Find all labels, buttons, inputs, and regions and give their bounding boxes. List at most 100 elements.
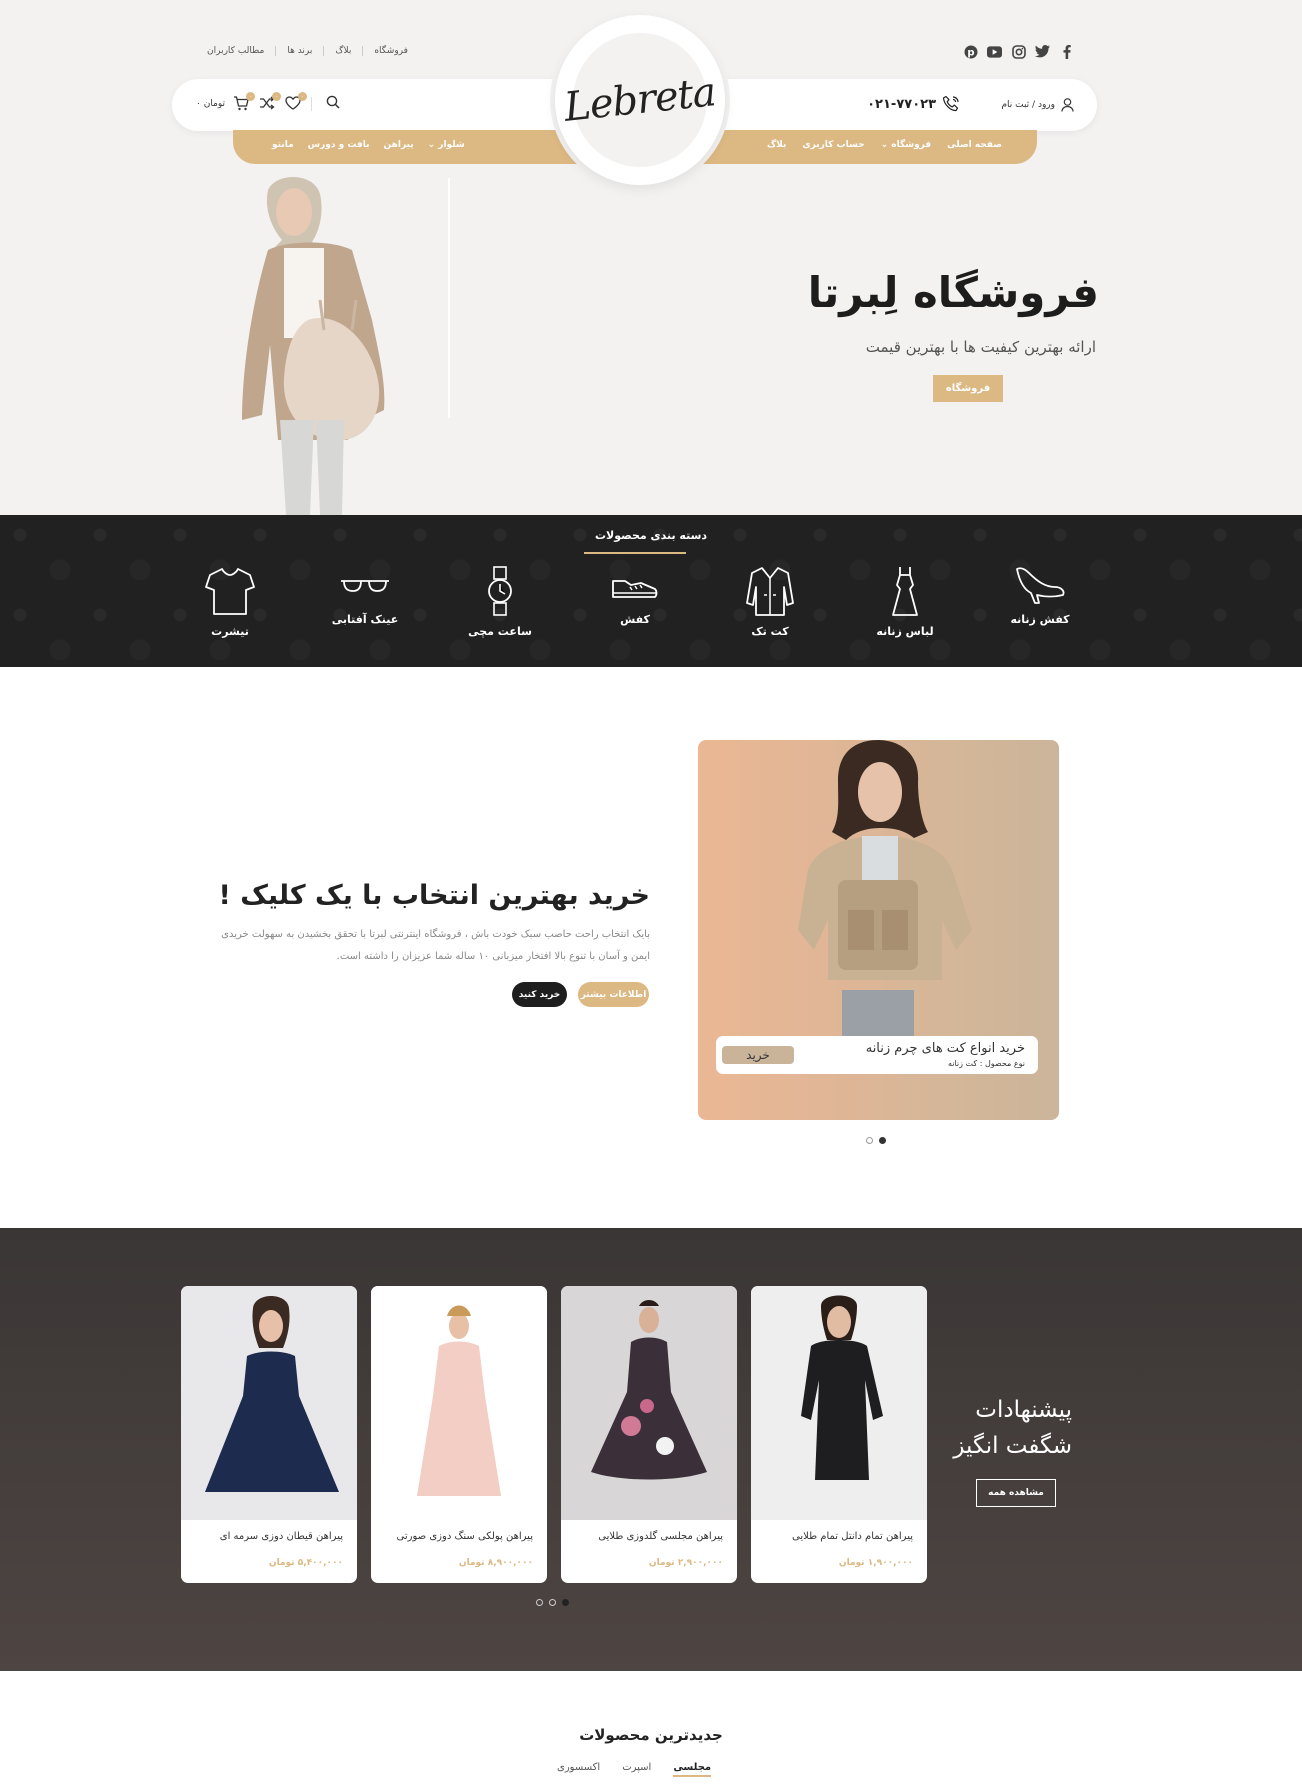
- product-image: [371, 1286, 547, 1520]
- slider-dot-active[interactable]: [879, 1137, 886, 1144]
- twitter-icon[interactable]: [1035, 44, 1050, 59]
- jacket-icon: [746, 567, 794, 616]
- tab-accessories[interactable]: اکسسوری: [557, 1762, 600, 1777]
- product-price: ۱,۹۰۰,۰۰۰ تومان: [838, 1558, 913, 1568]
- category-sunglasses[interactable]: عینک آفتابی: [310, 565, 420, 626]
- hero-subtitle: ارائه بهترین کیفیت ها با بهترین قیمت: [865, 338, 1096, 356]
- chevron-down-icon: ⌄: [427, 140, 436, 150]
- promo-slider-dots: [866, 1137, 886, 1144]
- wishlist-button[interactable]: ۰: [285, 91, 308, 112]
- promo-title: خرید بهترین انتخاب با یک کلیک !: [218, 880, 650, 911]
- hero-shop-button[interactable]: فروشگاه: [933, 375, 1003, 402]
- hero-model-image: [242, 176, 385, 515]
- compare-button[interactable]: ۰: [259, 91, 282, 112]
- wishlist-count-badge: ۰: [298, 91, 308, 101]
- nav-home[interactable]: صفحه اصلی: [947, 140, 1002, 150]
- facebook-icon[interactable]: [1059, 44, 1074, 59]
- category-watches[interactable]: ساعت مچی: [445, 565, 555, 638]
- product-card[interactable]: پیراهن پولکی سنگ دوزی صورتی ۸,۹۰۰,۰۰۰ تو…: [371, 1286, 547, 1583]
- product-card[interactable]: پیراهن تمام دانتل تمام طلایی ۱,۹۰۰,۰۰۰ ت…: [751, 1286, 927, 1583]
- category-tshirts[interactable]: تیشرت: [175, 565, 285, 638]
- category-label: کفش زنانه: [1010, 613, 1070, 626]
- logo-text: Lebreta: [562, 69, 718, 131]
- sunglasses-icon: [341, 580, 389, 592]
- nav-shop-label: فروشگاه: [891, 140, 932, 150]
- main-nav-left: شلوار ⌄ پیراهن بافت و دورس مانتو: [272, 140, 465, 150]
- categories-title-underline: [584, 552, 686, 554]
- nav-shop[interactable]: فروشگاه ⌄: [881, 140, 932, 150]
- product-name: پیراهن تمام دانتل تمام طلایی: [792, 1531, 913, 1542]
- top-link-user-posts[interactable]: مطالب کاربران: [196, 46, 275, 56]
- offers-slider-dots: [536, 1599, 569, 1606]
- category-shoes[interactable]: کفش: [580, 565, 690, 626]
- slider-dot[interactable]: [536, 1599, 543, 1606]
- promo-product-name: خرید انواع کت های چرم زنانه: [865, 1041, 1025, 1056]
- phone-number[interactable]: ۰۲۱-۷۷۰۲۳: [867, 95, 960, 113]
- nav-account[interactable]: حساب کاربری: [802, 140, 864, 150]
- tshirt-icon: [205, 568, 255, 615]
- phone-icon: [942, 95, 959, 112]
- main-nav-right: صفحه اصلی فروشگاه ⌄ حساب کاربری بلاگ: [767, 140, 1002, 150]
- hero-frame-line: [448, 178, 450, 418]
- user-icon: [1061, 98, 1074, 112]
- product-price: ۲,۹۰۰,۰۰۰ تومان: [648, 1558, 723, 1568]
- watch-icon: [488, 566, 512, 616]
- promo-description: بایک انتخاب راحت حاصب سبک خودت باش ، فرو…: [170, 924, 650, 968]
- hero-title: فروشگاه لِبرتا: [807, 268, 1099, 317]
- top-link-blog[interactable]: بلاگ: [323, 46, 362, 56]
- offers-title-line-1: پیشنهادات: [975, 1397, 1072, 1423]
- instagram-icon[interactable]: [1011, 44, 1026, 59]
- category-women-shoes[interactable]: کفش زنانه: [985, 565, 1095, 626]
- login-label: ورود / ثبت نام: [1001, 100, 1055, 110]
- promo-buy-button[interactable]: خرید: [722, 1046, 794, 1064]
- youtube-icon[interactable]: [987, 44, 1002, 59]
- slider-dot-active[interactable]: [562, 1599, 569, 1606]
- view-all-button[interactable]: مشاهده همه: [976, 1479, 1056, 1507]
- product-price: ۸,۹۰۰,۰۰۰ تومان: [458, 1558, 533, 1568]
- nav-knitwear[interactable]: بافت و دورس: [308, 140, 370, 150]
- product-name: پیراهن پولکی سنگ دوزی صورتی: [396, 1531, 533, 1542]
- product-card[interactable]: پیراهن قیطان دوزی سرمه ای ۵,۴۰۰,۰۰۰ توما…: [181, 1286, 357, 1583]
- product-name: پیراهن قیطان دوزی سرمه ای: [219, 1531, 343, 1542]
- hero-section: فروشگاه بلاگ برند ها مطالب کاربران p صفح…: [0, 0, 1302, 515]
- promo-desc-line-2: ایمن و آسان با تنوع بالا افتخار میزبانی …: [336, 951, 650, 962]
- cart-button[interactable]: ۰: [233, 91, 256, 112]
- cart-total: ۰ تومان: [196, 98, 226, 109]
- slider-dot[interactable]: [866, 1137, 873, 1144]
- top-link-shop[interactable]: فروشگاه: [362, 46, 419, 56]
- nav-blog[interactable]: بلاگ: [767, 140, 786, 150]
- login-link[interactable]: ورود / ثبت نام: [1001, 98, 1074, 112]
- category-label: ساعت مچی: [468, 625, 532, 638]
- product-price: ۵,۴۰۰,۰۰۰ تومان: [268, 1558, 343, 1568]
- promo-slide-card[interactable]: خرید انواع کت های چرم زنانه نوع محصول : …: [698, 740, 1059, 1120]
- product-image: [561, 1286, 737, 1520]
- category-women-clothing[interactable]: لباس زنانه: [850, 565, 960, 638]
- top-links: فروشگاه بلاگ برند ها مطالب کاربران: [196, 46, 419, 56]
- buy-now-button[interactable]: خرید کنید: [512, 982, 567, 1007]
- tab-sport[interactable]: اسپرت: [622, 1762, 651, 1777]
- more-info-button[interactable]: اطلاعات بیشتر: [578, 982, 649, 1007]
- slider-dot[interactable]: [549, 1599, 556, 1606]
- category-label: کت تک: [751, 625, 789, 638]
- promo-product-type: نوع محصول : کت زنانه: [947, 1059, 1025, 1068]
- newest-products-title: جدیدترین محصولات: [579, 1726, 723, 1744]
- svg-text:p: p: [967, 47, 974, 58]
- category-label: عینک آفتابی: [331, 613, 399, 626]
- social-links: p: [963, 44, 1074, 59]
- top-link-brands[interactable]: برند ها: [275, 46, 323, 56]
- logo[interactable]: Lebreta: [562, 33, 718, 167]
- compare-count-badge: ۰: [272, 91, 282, 101]
- category-label: تیشرت: [211, 625, 249, 638]
- promo-product-label: خرید انواع کت های چرم زنانه نوع محصول : …: [716, 1036, 1038, 1074]
- nav-pants[interactable]: شلوار ⌄: [428, 140, 465, 150]
- product-card[interactable]: پیراهن مجلسی گلدوزی طلایی ۲,۹۰۰,۰۰۰ توما…: [561, 1286, 737, 1583]
- nav-shirts[interactable]: پیراهن: [384, 140, 414, 150]
- search-button[interactable]: [326, 95, 340, 112]
- chevron-down-icon: ⌄: [880, 140, 889, 150]
- pinterest-icon[interactable]: p: [963, 44, 978, 59]
- tab-formal[interactable]: مجلسی: [673, 1762, 712, 1777]
- category-label: لباس زنانه: [876, 625, 934, 638]
- category-jackets[interactable]: کت تک: [715, 565, 825, 638]
- nav-manteau[interactable]: مانتو: [272, 140, 294, 150]
- product-image: [751, 1286, 927, 1520]
